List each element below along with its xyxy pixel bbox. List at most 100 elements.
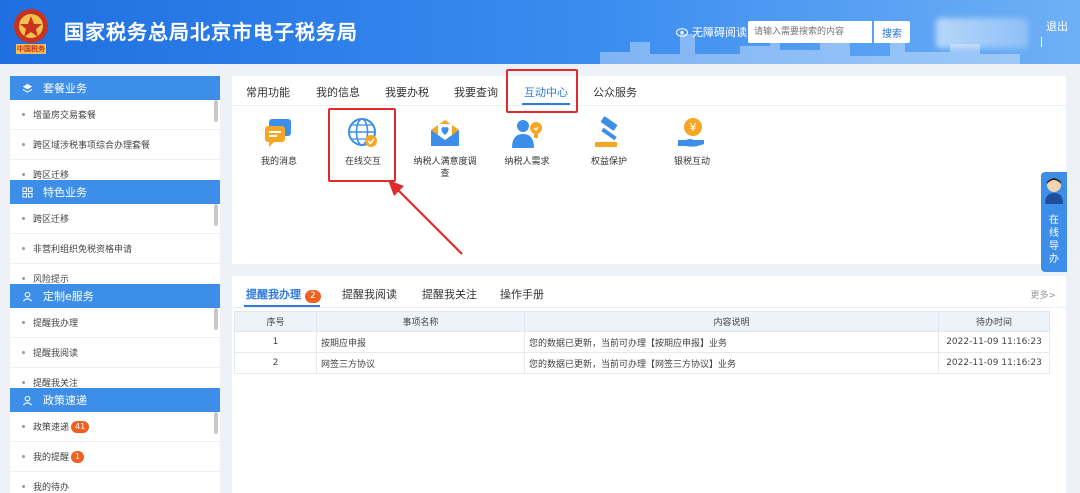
scrollbar[interactable]	[214, 412, 218, 434]
sidebar-item[interactable]: 我的待办	[10, 472, 220, 493]
sidebar-item[interactable]: 政策速递 41	[10, 412, 220, 442]
bullet-icon	[22, 247, 25, 250]
sidebar-item[interactable]: 提醒我阅读	[10, 338, 220, 368]
logout-link[interactable]: 退出	[1046, 18, 1068, 34]
sidebar-section-featured[interactable]: 特色业务	[10, 180, 220, 204]
count-badge: 2	[305, 290, 321, 303]
feature-bank-tax-interaction[interactable]: ¥ 银税互动	[659, 116, 725, 168]
sidebar-item-label: 跨区迁移	[33, 215, 70, 225]
sidebar-item[interactable]: 跨区迁移	[10, 160, 220, 180]
sidebar-item[interactable]: 非营利组织免税资格申请	[10, 234, 220, 264]
row-index: 2	[234, 352, 317, 374]
section-title: 政策速递	[43, 394, 87, 407]
left-sidebar: 套餐业务 增量房交易套餐 跨区域涉税事项综合办理套餐 跨区迁移 特色业务 跨区迁…	[10, 76, 220, 493]
tab-remind-follow[interactable]: 提醒我关注	[422, 286, 477, 302]
online-guide-label: 在线导办	[1049, 215, 1059, 265]
sidebar-item[interactable]: 我的提醒 1	[10, 442, 220, 472]
sidebar-section-body: 提醒我办理 提醒我阅读 提醒我关注	[10, 308, 220, 388]
sidebar-section-policy[interactable]: 政策速递	[10, 388, 220, 412]
active-tab-indicator	[244, 305, 320, 307]
bullet-icon	[22, 351, 25, 354]
sidebar-item[interactable]: 风险提示	[10, 264, 220, 284]
more-link[interactable]: 更多>	[1030, 288, 1056, 301]
tab-public-service[interactable]: 公众服务	[593, 84, 637, 100]
search-input[interactable]	[748, 21, 872, 43]
bullet-icon	[22, 113, 25, 116]
sidebar-item-label: 我的待办	[33, 483, 70, 493]
bullet-icon	[22, 425, 25, 428]
sidebar-item[interactable]: 跨区迁移	[10, 204, 220, 234]
feature-satisfaction-survey[interactable]: 纳税人满意度调查	[412, 116, 478, 180]
accessible-reading-label: 无障碍阅读	[692, 26, 747, 39]
bullet-icon	[22, 277, 25, 280]
row-index: 1	[234, 331, 317, 353]
logout-divider	[1041, 37, 1042, 47]
item-name[interactable]: 按期应申报	[316, 331, 525, 353]
annotation-arrow	[388, 180, 463, 255]
layers-icon	[22, 83, 33, 93]
message-icon	[265, 119, 291, 147]
count-badge: 1	[71, 450, 85, 463]
sidebar-section-package[interactable]: 套餐业务	[10, 76, 220, 100]
emblem-text: 中国税务	[17, 45, 45, 53]
sidebar-item-label: 跨区迁移	[33, 171, 70, 180]
tab-remind-read[interactable]: 提醒我阅读	[342, 286, 397, 302]
tab-my-info[interactable]: 我的信息	[316, 84, 360, 100]
user-icon	[22, 291, 33, 301]
bullet-icon	[22, 173, 25, 176]
feature-label: 我的消息	[260, 157, 297, 167]
table-row[interactable]: 1 按期应申报 您的数据已更新，当前可办理【按期应申报】业务 2022-11-0…	[234, 331, 1050, 353]
table-row[interactable]: 2 网签三方协议 您的数据已更新，当前可办理【网签三方协议】业务 2022-11…	[234, 352, 1050, 374]
tab-common-functions[interactable]: 常用功能	[246, 84, 290, 100]
sidebar-section-body: 政策速递 41 我的提醒 1 我的待办	[10, 412, 220, 493]
tab-query[interactable]: 我要查询	[454, 84, 498, 100]
section-title: 特色业务	[43, 186, 87, 199]
scrollbar[interactable]	[214, 100, 218, 122]
sidebar-item-label: 跨区域涉税事项综合办理套餐	[33, 141, 151, 151]
column-header: 序号	[234, 311, 317, 332]
accessible-reading-link[interactable]: 无障碍阅读	[676, 24, 747, 40]
service-agent-icon	[1045, 178, 1063, 204]
tab-tax-handling[interactable]: 我要办税	[385, 84, 429, 100]
section-title: 定制e服务	[43, 290, 94, 303]
main-tabs: 常用功能 我的信息 我要办税 我要查询 互动中心 公众服务	[232, 76, 1066, 106]
person-idea-icon	[512, 120, 542, 148]
column-header: 待办时间	[938, 311, 1050, 332]
feature-taxpayer-needs[interactable]: 纳税人需求	[494, 116, 560, 168]
user-icon	[22, 395, 33, 405]
feature-my-messages[interactable]: 我的消息	[246, 116, 312, 168]
scrollbar[interactable]	[214, 204, 218, 226]
feature-label: 权益保护	[590, 157, 627, 167]
feature-label: 银税互动	[673, 157, 710, 167]
sidebar-item-label: 风险提示	[33, 275, 70, 284]
section-title: 套餐业务	[43, 82, 87, 95]
reminder-tabs: 提醒我办理 2 提醒我阅读 提醒我关注 操作手册 更多>	[232, 276, 1066, 308]
item-name[interactable]: 网签三方协议	[316, 352, 525, 374]
item-time: 2022-11-09 11:16:23	[938, 352, 1050, 374]
sidebar-item-label: 我的提醒	[33, 453, 70, 463]
sidebar-item[interactable]: 增量房交易套餐	[10, 100, 220, 130]
bullet-icon	[22, 217, 25, 220]
sidebar-section-custom-service[interactable]: 定制e服务	[10, 284, 220, 308]
sidebar-item[interactable]: 跨区域涉税事项综合办理套餐	[10, 130, 220, 160]
scrollbar[interactable]	[214, 308, 218, 330]
svg-text:¥: ¥	[690, 121, 697, 134]
search-button[interactable]: 搜索	[874, 21, 910, 43]
column-header: 内容说明	[524, 311, 939, 332]
sidebar-item-label: 增量房交易套餐	[33, 111, 97, 121]
tab-operation-manual[interactable]: 操作手册	[500, 286, 544, 302]
bullet-icon	[22, 485, 25, 488]
tab-label: 提醒我办理	[246, 288, 301, 301]
tab-remind-handle[interactable]: 提醒我办理 2	[246, 286, 321, 303]
highlight-box-feature	[328, 108, 396, 182]
user-name-blurred	[936, 18, 1028, 48]
bullet-icon	[22, 455, 25, 458]
feature-rights-protection[interactable]: 权益保护	[576, 116, 642, 168]
eye-icon	[676, 27, 688, 37]
sidebar-item[interactable]: 提醒我办理	[10, 308, 220, 338]
count-badge: 41	[71, 420, 90, 433]
sidebar-item[interactable]: 提醒我关注	[10, 368, 220, 388]
bullet-icon	[22, 143, 25, 146]
sidebar-item-label: 提醒我关注	[33, 379, 79, 388]
feature-label: 纳税人需求	[504, 157, 550, 167]
